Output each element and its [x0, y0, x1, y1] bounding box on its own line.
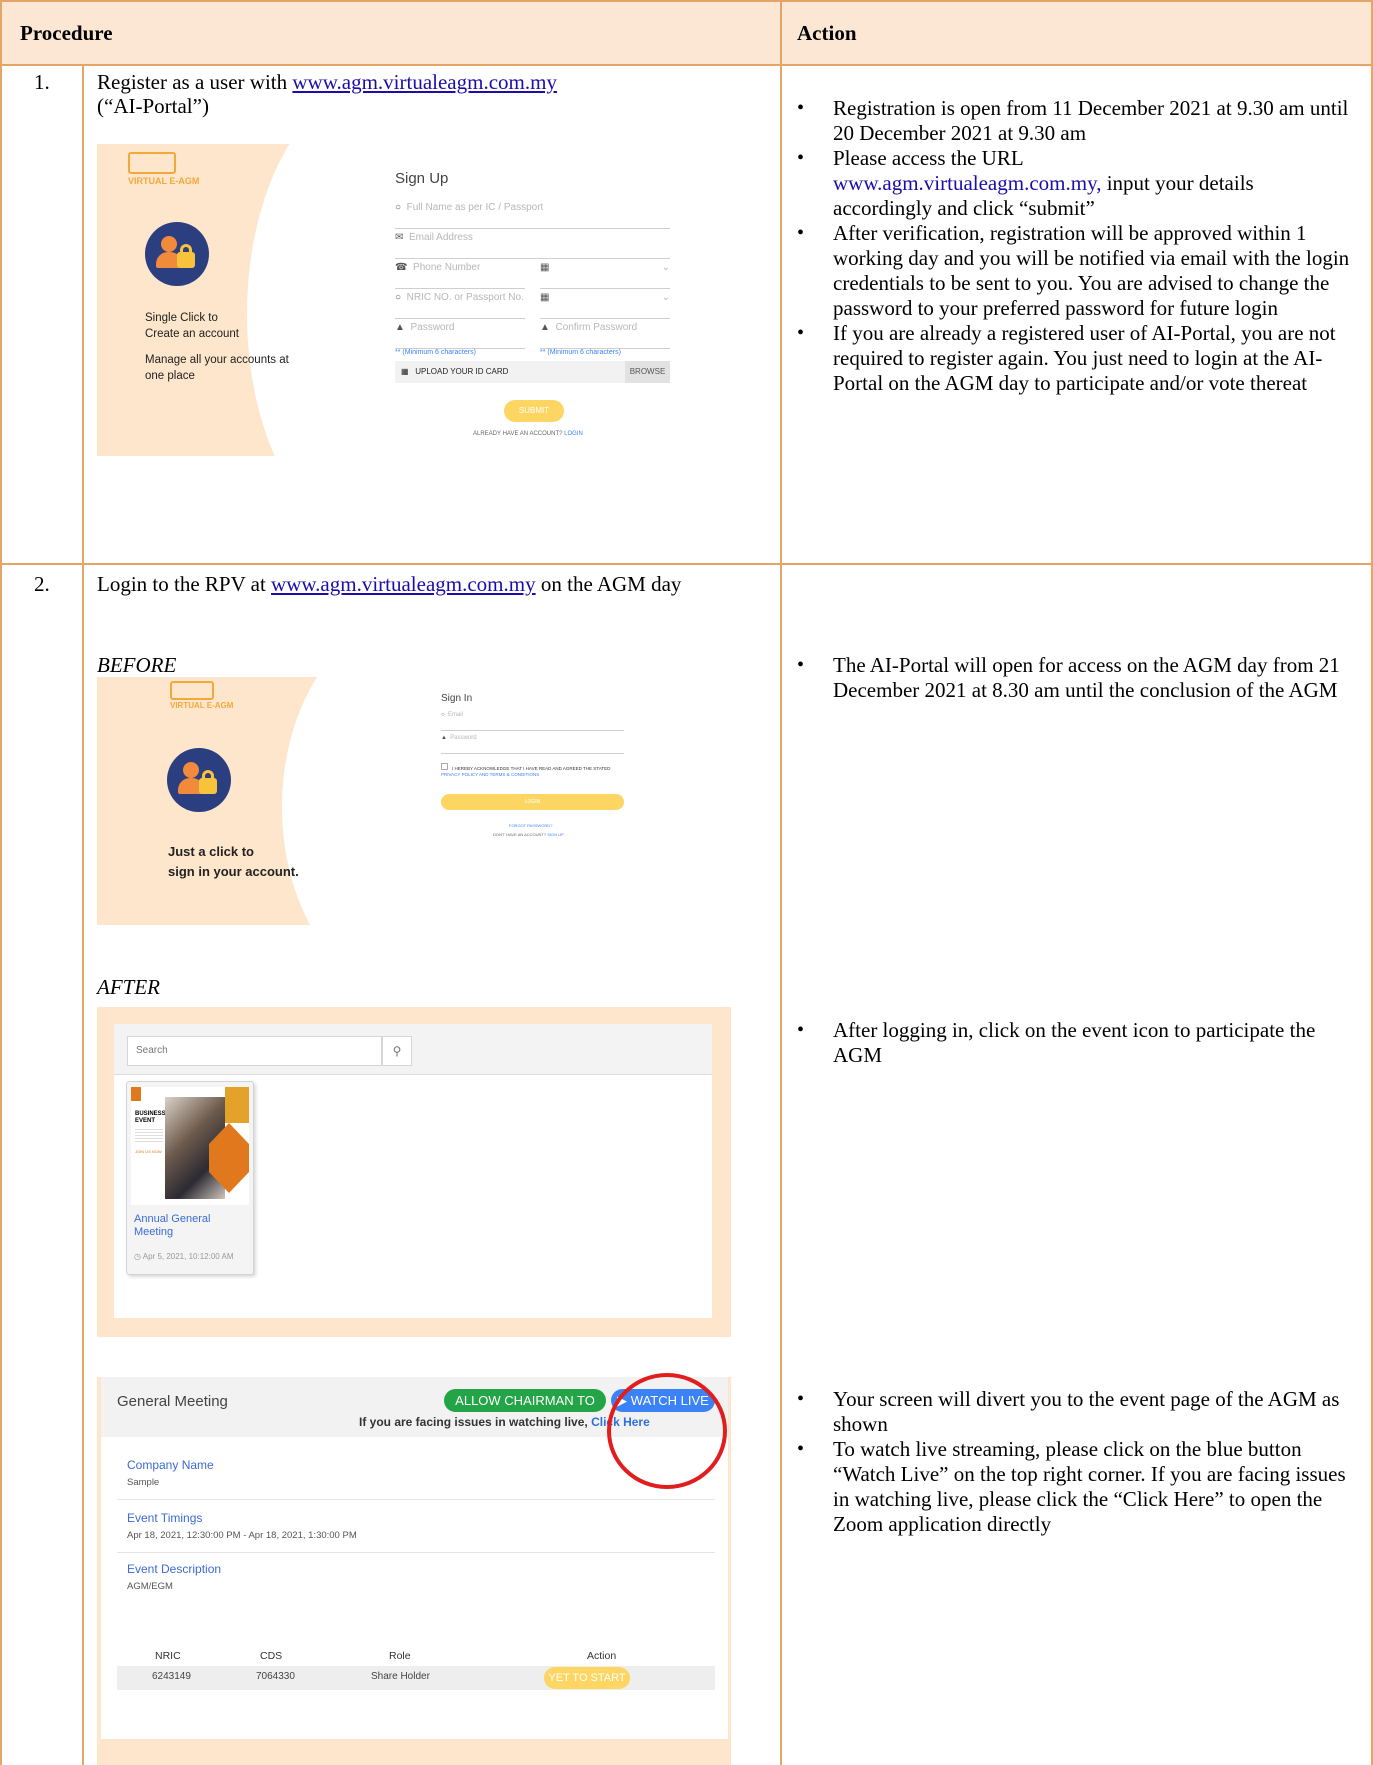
search-input[interactable]: Search [127, 1036, 382, 1066]
signup-link[interactable]: SIGN UP [547, 832, 563, 837]
action-column-border [780, 0, 782, 1765]
event-card[interactable]: BUSINESS EVENT JOIN US NOW Annual Genera… [126, 1081, 254, 1275]
state-select[interactable]: ▦ ⌄ [540, 292, 670, 319]
signin-title: Sign In [441, 693, 473, 704]
acknowledge-checkbox[interactable]: I HEREBY ACKNOWLEDGE THAT I HAVE READ AN… [441, 763, 624, 778]
browse-button[interactable]: BROWSE [625, 361, 670, 383]
event-page-screenshot: General Meeting ALLOW CHAIRMAN TO VOTE ▶… [97, 1373, 731, 1765]
signup-side-panel [97, 144, 315, 456]
row2-procedure: Login to the RPV at www.agm.virtualeagm.… [97, 572, 682, 596]
clock-icon: ◷ [134, 1252, 141, 1261]
action-url-link[interactable]: www.agm.virtualeagm.com.my, [833, 171, 1101, 195]
header-bottom-border [0, 64, 1373, 66]
fullname-field[interactable]: ○ Full Name as per IC / Passport [395, 202, 670, 229]
action-item: After verification, registration will be… [797, 221, 1357, 321]
event-page-title: General Meeting [117, 1393, 228, 1410]
id-upload-field[interactable]: ▦ UPLOAD YOUR ID CARD BROWSE [395, 361, 670, 383]
yet-to-start-button[interactable]: YET TO START [544, 1667, 630, 1689]
event-title[interactable]: Annual General Meeting [134, 1213, 248, 1239]
user-lock-icon [167, 748, 231, 812]
table-header-row [0, 0, 1373, 66]
event-poster-image: BUSINESS EVENT JOIN US NOW [131, 1087, 249, 1205]
portal-link[interactable]: www.agm.virtualeagm.com.my [292, 70, 557, 94]
search-icon[interactable]: ⚲ [382, 1036, 412, 1066]
row-number: 2. [34, 572, 50, 596]
before-label: BEFORE [97, 653, 177, 677]
company-row: Company Name Sample [117, 1450, 715, 1500]
nric-field[interactable]: ○ NRIC NO. or Passport No. [395, 292, 525, 319]
allow-chairman-vote-button[interactable]: ALLOW CHAIRMAN TO VOTE [444, 1389, 606, 1431]
table-header-cds: CDS [260, 1650, 283, 1662]
confirm-hint: ** (Minimum 6 characters) [540, 349, 621, 356]
action-item: Your screen will divert you to the event… [797, 1387, 1357, 1437]
row2-actions-a: The AI-Portal will open for access on th… [797, 653, 1357, 703]
description-row: Event Description AGM/EGM [127, 1562, 222, 1592]
row1-actions: Registration is open from 11 December 20… [797, 96, 1357, 396]
table-header-action: Action [587, 1650, 617, 1662]
signin-tagline: Just a click to sign in your account. [168, 844, 299, 879]
table-top-border [0, 0, 1373, 2]
action-item: Please access the URLwww.agm.virtualeagm… [797, 146, 1357, 221]
action-header: Action [797, 21, 857, 45]
signin-email-field[interactable]: ○ Email [441, 712, 624, 731]
brand-logo: VIRTUAL E-AGM [128, 152, 199, 186]
login-prompt: ALREADY HAVE AN ACCOUNT? LOGIN [473, 431, 583, 437]
action-item: If you are already a registered user of … [797, 321, 1357, 396]
forgot-password-link[interactable]: FORGOT PASSWORD? [509, 823, 552, 828]
brand-logo: VIRTUAL E-AGM [170, 681, 233, 710]
user-lock-icon [145, 222, 209, 286]
event-date: ◷ Apr 5, 2021, 10:12:00 AM [134, 1252, 234, 1261]
email-field[interactable]: ✉ Email Address [395, 232, 670, 259]
signup-title: Sign Up [395, 170, 449, 187]
signup-tagline: Single Click to Create an account Manage… [145, 312, 289, 382]
portal-link[interactable]: www.agm.virtualeagm.com.my [271, 572, 536, 596]
after-label: AFTER [97, 975, 160, 999]
password-hint: ** (Minimum 6 characters) [395, 349, 476, 356]
number-column-border [82, 64, 84, 1765]
confirm-password-field[interactable]: ▲ Confirm Password [540, 322, 670, 349]
action-item: Registration is open from 11 December 20… [797, 96, 1357, 146]
row2-actions-c: Your screen will divert you to the event… [797, 1387, 1357, 1537]
submit-button[interactable]: SUBMIT [504, 400, 564, 422]
login-button[interactable]: LOGIN [441, 794, 624, 810]
row1-procedure: Register as a user with www.agm.virtuale… [97, 70, 557, 118]
row-number: 1. [34, 70, 50, 94]
table-header-role: Role [389, 1650, 411, 1662]
action-item: After logging in, click on the event ico… [797, 1018, 1357, 1068]
login-link[interactable]: LOGIN [564, 431, 583, 437]
password-field[interactable]: ▲ Password [395, 322, 525, 349]
signin-password-field[interactable]: ▲ Password [441, 735, 624, 754]
timings-row: Event Timings Apr 18, 2021, 12:30:00 PM … [117, 1501, 715, 1553]
action-item: To watch live streaming, please click on… [797, 1437, 1357, 1537]
portal-screenshot: Search ⚲ BUSINESS EVENT JOIN US NOW Annu… [97, 1007, 731, 1337]
signin-side-panel [97, 677, 352, 925]
table-header-nric: NRIC [155, 1650, 181, 1662]
procedure-header: Procedure [20, 21, 113, 45]
row2-actions-b: After logging in, click on the event ico… [797, 1018, 1357, 1068]
signup-prompt: DON'T HAVE AN ACCOUNT? SIGN UP [493, 832, 564, 837]
row-divider [0, 563, 1373, 565]
country-select[interactable]: ▦ ⌄ [540, 262, 670, 289]
phone-field[interactable]: ☎ Phone Number [395, 262, 525, 289]
table-left-border [0, 0, 2, 1765]
action-item: The AI-Portal will open for access on th… [797, 653, 1357, 703]
portal-topbar: Search ⚲ [114, 1024, 712, 1075]
